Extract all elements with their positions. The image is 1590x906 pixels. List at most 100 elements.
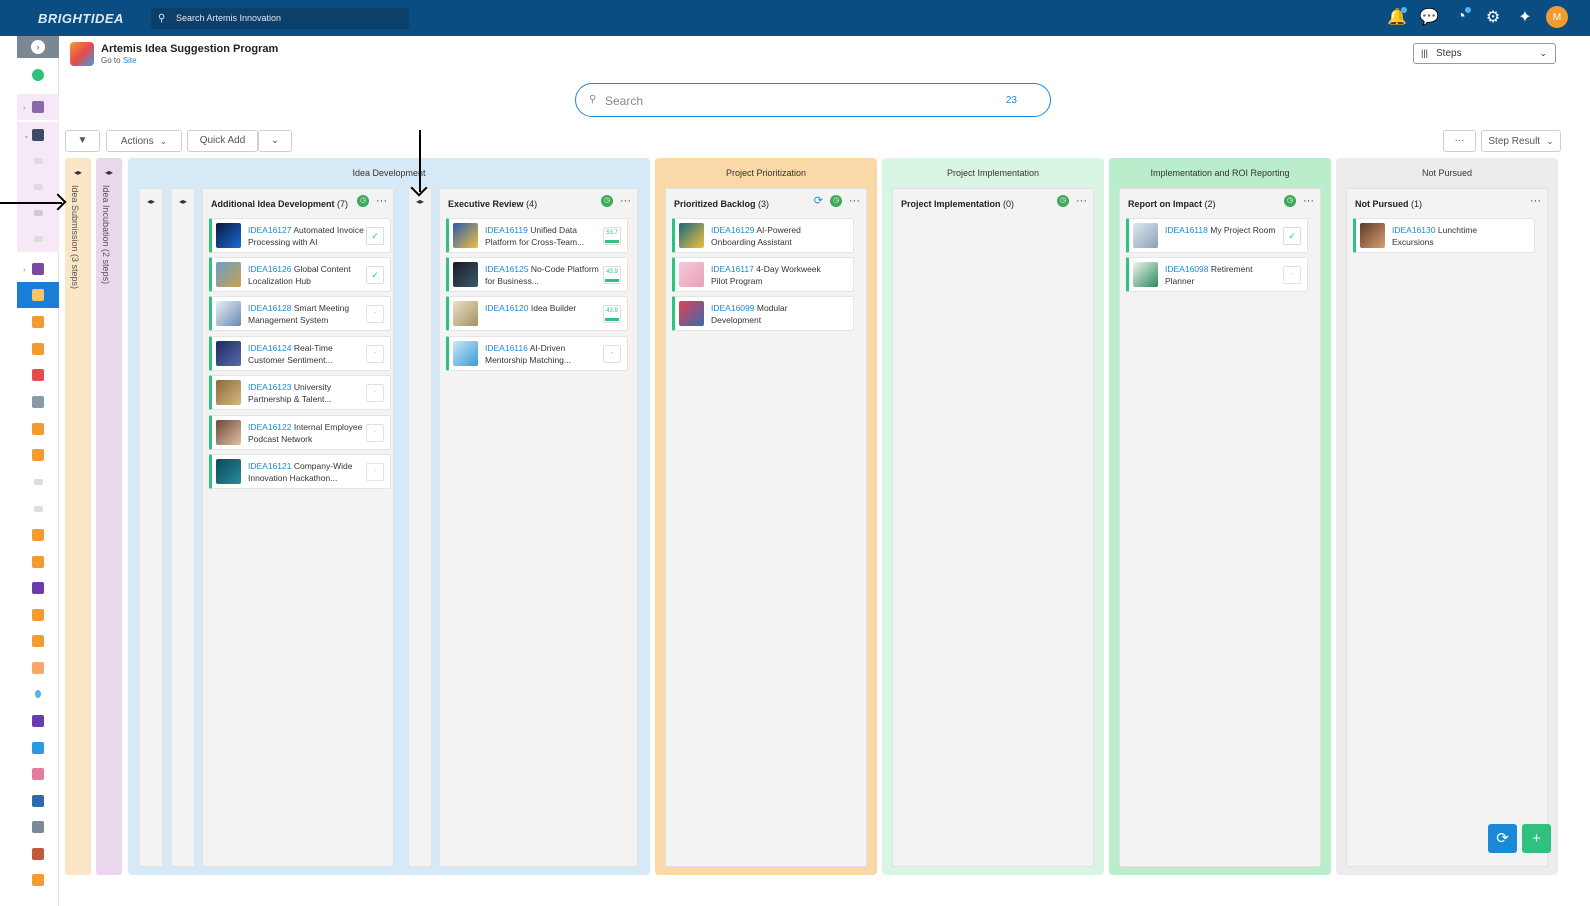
rail-item-4[interactable] — [17, 309, 59, 335]
board-search-input[interactable]: ⚲ Search 23 — [575, 83, 1051, 117]
idea-card[interactable]: IDEA16122 Internal Employee Podcast Netw… — [209, 415, 391, 450]
filter-button[interactable]: ▼ — [65, 130, 100, 152]
idea-id-link[interactable]: IDEA16124 — [248, 343, 291, 353]
idea-card[interactable]: IDEA16120 Idea Builder 43.9 — [446, 296, 628, 331]
rail-item-23[interactable] — [17, 867, 59, 893]
collapsed-lane-3[interactable]: ◂▸ — [408, 188, 432, 867]
clock-icon[interactable]: ◷ — [601, 195, 613, 207]
expand-arrows-icon[interactable]: ◂▸ — [172, 197, 194, 206]
idea-id-link[interactable]: IDEA16099 — [711, 303, 754, 313]
step-result-dropdown[interactable]: Step Result ⌄ — [1481, 130, 1561, 152]
actions-button[interactable]: Actions ⌄ — [106, 130, 182, 152]
more-icon[interactable]: ··· — [1303, 195, 1314, 207]
idea-card[interactable]: IDEA16099 Modular Development — [672, 296, 854, 331]
rail-item-17[interactable] — [17, 708, 59, 734]
more-icon[interactable]: ··· — [1530, 195, 1541, 207]
idea-id-link[interactable]: IDEA16119 — [485, 225, 528, 235]
idea-card[interactable]: IDEA16116 AI-Driven Mentorship Matching.… — [446, 336, 628, 371]
rail-flag-1[interactable] — [17, 148, 59, 174]
check-icon[interactable]: ✓ — [366, 266, 384, 284]
bell-icon[interactable]: 🔔 — [1386, 6, 1408, 28]
empty-status-icon[interactable]: - — [366, 384, 384, 402]
score-badge[interactable]: 43.9 — [603, 266, 621, 284]
expand-arrows-icon[interactable]: ◂▸ — [65, 168, 91, 177]
idea-id-link[interactable]: IDEA16117 — [711, 264, 754, 274]
goto-site-link[interactable]: Site — [123, 56, 137, 65]
rail-item-9[interactable] — [17, 442, 59, 468]
idea-card[interactable]: IDEA16127 Automated Invoice Processing w… — [209, 218, 391, 253]
quick-add-dropdown[interactable]: ⌄ — [258, 130, 292, 152]
clock-icon[interactable]: ◷ — [830, 195, 842, 207]
rail-item-11[interactable] — [17, 549, 59, 575]
idea-card[interactable]: IDEA16098 Retirement Planner - — [1126, 257, 1308, 292]
rail-flag-4[interactable] — [17, 226, 59, 252]
chat-icon[interactable]: 💬 — [1418, 6, 1440, 28]
avatar[interactable]: M — [1546, 6, 1568, 28]
rail-item-10[interactable] — [17, 522, 59, 548]
idea-card[interactable]: IDEA16128 Smart Meeting Management Syste… — [209, 296, 391, 331]
rail-item-1[interactable]: › — [17, 94, 59, 120]
clock-icon[interactable]: ◷ — [1057, 195, 1069, 207]
idea-card[interactable]: IDEA16130 Lunchtime Excursions — [1353, 218, 1535, 253]
rail-item-16[interactable] — [17, 681, 59, 707]
gear-icon[interactable]: ⚙ — [1482, 6, 1504, 28]
idea-id-link[interactable]: IDEA16125 — [485, 264, 528, 274]
rail-flag-6[interactable] — [17, 496, 59, 522]
rail-item-5[interactable] — [17, 336, 59, 362]
expand-arrows-icon[interactable]: ◂▸ — [409, 197, 431, 206]
more-icon[interactable]: ··· — [376, 195, 387, 207]
idea-id-link[interactable]: IDEA16123 — [248, 382, 291, 392]
idea-id-link[interactable]: IDEA16126 — [248, 264, 291, 274]
rail-add-button[interactable] — [17, 62, 59, 88]
more-icon[interactable]: ··· — [1076, 195, 1087, 207]
rail-item-2[interactable]: ⌄ — [17, 122, 59, 148]
refresh-icon[interactable]: ⟳ — [814, 195, 823, 207]
rail-item-13[interactable] — [17, 602, 59, 628]
brightidea-logo[interactable]: BRIGHTIDEA — [38, 11, 124, 26]
idea-id-link[interactable]: IDEA16122 — [248, 422, 291, 432]
steps-dropdown[interactable]: ||| Steps ⌄ — [1413, 43, 1556, 64]
refresh-button[interactable]: ⟳ — [1488, 824, 1517, 853]
idea-id-link[interactable]: IDEA16116 — [485, 343, 528, 353]
idea-id-link[interactable]: IDEA16128 — [248, 303, 291, 313]
rail-toggle[interactable]: › — [17, 36, 59, 58]
rail-item-15[interactable] — [17, 655, 59, 681]
idea-id-link[interactable]: IDEA16127 — [248, 225, 291, 235]
idea-card[interactable]: IDEA16124 Real-Time Customer Sentiment..… — [209, 336, 391, 371]
collapsed-step-incubation[interactable]: ◂▸ Idea Incubation (2 steps) — [96, 158, 122, 875]
idea-id-link[interactable]: IDEA16118 — [1165, 225, 1208, 235]
score-badge[interactable]: 53.7 — [603, 227, 621, 245]
idea-card[interactable]: IDEA16123 University Partnership & Talen… — [209, 375, 391, 410]
collapsed-lane-1[interactable]: ◂▸ — [139, 188, 163, 867]
clock-icon[interactable]: ◷ — [1284, 195, 1296, 207]
rail-flag-5[interactable] — [17, 469, 59, 495]
rail-item-6[interactable] — [17, 362, 59, 388]
idea-card[interactable]: IDEA16126 Global Content Localization Hu… — [209, 257, 391, 292]
more-icon[interactable]: ··· — [620, 195, 631, 207]
quick-add-button[interactable]: Quick Add — [187, 130, 258, 152]
idea-id-link[interactable]: IDEA16130 — [1392, 225, 1435, 235]
idea-card[interactable]: IDEA16125 No-Code Platform for Business.… — [446, 257, 628, 292]
expand-arrows-icon[interactable]: ◂▸ — [140, 197, 162, 206]
clock-icon[interactable]: ◔ — [1450, 6, 1472, 28]
empty-status-icon[interactable]: - — [366, 345, 384, 363]
idea-id-link[interactable]: IDEA16120 — [485, 303, 528, 313]
check-icon[interactable]: ✓ — [1283, 227, 1301, 245]
rail-item-3[interactable]: › — [17, 256, 59, 282]
check-icon[interactable]: ✓ — [366, 227, 384, 245]
empty-status-icon[interactable]: - — [366, 463, 384, 481]
clock-icon[interactable]: ◷ — [357, 195, 369, 207]
rail-item-18[interactable] — [17, 735, 59, 761]
idea-card[interactable]: IDEA16117 4-Day Workweek Pilot Program — [672, 257, 854, 292]
expand-arrows-icon[interactable]: ◂▸ — [96, 168, 122, 177]
rail-item-active[interactable] — [17, 282, 59, 308]
idea-id-link[interactable]: IDEA16121 — [248, 461, 291, 471]
rail-flag-2[interactable] — [17, 174, 59, 200]
rail-item-20[interactable] — [17, 788, 59, 814]
more-options-button[interactable]: ··· — [1443, 130, 1476, 152]
collapsed-lane-2[interactable]: ◂▸ — [171, 188, 195, 867]
sparkle-icon[interactable]: ✦ — [1514, 6, 1536, 28]
rail-item-19[interactable] — [17, 761, 59, 787]
idea-card[interactable]: IDEA16121 Company-Wide Innovation Hackat… — [209, 454, 391, 489]
idea-card[interactable]: IDEA16118 My Project Room ✓ — [1126, 218, 1308, 253]
